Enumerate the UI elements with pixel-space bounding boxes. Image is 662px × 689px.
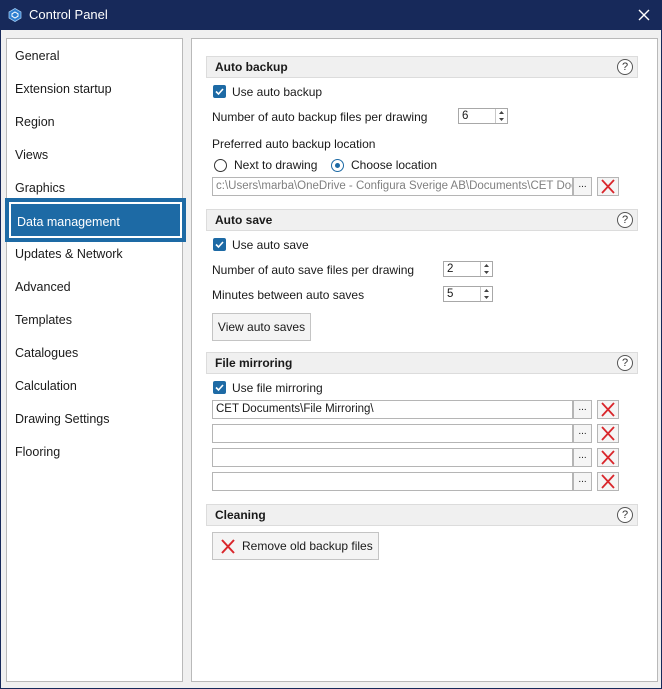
delete-icon: [601, 426, 615, 441]
delete-icon: [601, 450, 615, 465]
backup-location-path-field[interactable]: c:\Users\marba\OneDrive - Configura Sver…: [212, 177, 573, 196]
stepper-arrows: [480, 287, 492, 301]
cleaning-help-icon[interactable]: ?: [617, 507, 633, 523]
spin-down-icon[interactable]: [481, 294, 492, 301]
next-to-drawing-radio[interactable]: [214, 159, 227, 172]
browse-mirror-path-1-button[interactable]: ...: [573, 400, 592, 419]
sidebar-item-calculation[interactable]: Calculation: [7, 370, 182, 403]
use-auto-save-label: Use auto save: [232, 238, 309, 252]
autosave-minutes-label: Minutes between auto saves: [212, 288, 365, 302]
backup-files-label: Number of auto backup files per drawing: [212, 110, 428, 124]
use-file-mirroring-label: Use file mirroring: [232, 381, 323, 395]
sidebar-item-advanced[interactable]: Advanced: [7, 271, 182, 304]
browse-mirror-path-2-button[interactable]: ...: [573, 424, 592, 443]
backup-files-value: 6: [462, 110, 469, 122]
use-auto-backup-label: Use auto backup: [232, 85, 323, 99]
sidebar-item-catalogues[interactable]: Catalogues: [7, 337, 182, 370]
auto-backup-title: Auto backup: [215, 60, 288, 74]
autosave-files-label: Number of auto save files per drawing: [212, 263, 415, 277]
backup-files-stepper[interactable]: 6: [458, 108, 508, 124]
sidebar-item-updates-network[interactable]: Updates & Network: [7, 238, 182, 271]
sidebar: General Extension startup Region Views G…: [5, 38, 186, 682]
autosave-files-stepper[interactable]: 2: [443, 261, 493, 277]
browse-mirror-path-3-button[interactable]: ...: [573, 448, 592, 467]
remove-old-backup-files-label: Remove old backup files: [242, 539, 373, 553]
window-title: Control Panel: [29, 7, 108, 22]
use-auto-save-checkbox[interactable]: [213, 238, 226, 251]
sidebar-item-templates[interactable]: Templates: [7, 304, 182, 337]
browse-backup-location-button[interactable]: ...: [573, 177, 592, 196]
title-bar: Control Panel: [0, 0, 662, 30]
auto-save-help-icon[interactable]: ?: [617, 212, 633, 228]
close-icon[interactable]: [634, 5, 654, 25]
sidebar-item-extension-startup[interactable]: Extension startup: [7, 73, 182, 106]
auto-save-header: Auto save ?: [206, 209, 638, 231]
delete-icon: [221, 539, 235, 554]
sidebar-item-views[interactable]: Views: [7, 139, 182, 172]
remove-mirror-path-2-button[interactable]: [597, 424, 619, 443]
checkmark-icon: [215, 241, 224, 249]
next-to-drawing-label: Next to drawing: [234, 158, 318, 172]
settings-panel: Auto backup ? Use auto backup Number of …: [191, 38, 658, 682]
remove-old-backup-files-button[interactable]: Remove old backup files: [212, 532, 379, 560]
auto-backup-header: Auto backup ?: [206, 56, 638, 78]
auto-save-title: Auto save: [215, 213, 273, 227]
choose-location-radio[interactable]: [331, 159, 344, 172]
mirror-path-field-1[interactable]: CET Documents\File Mirroring\: [212, 400, 573, 419]
remove-mirror-path-1-button[interactable]: [597, 400, 619, 419]
stepper-arrows: [495, 109, 507, 123]
delete-icon: [601, 179, 615, 194]
checkmark-icon: [215, 384, 224, 392]
autosave-minutes-stepper[interactable]: 5: [443, 286, 493, 302]
spin-down-icon[interactable]: [481, 269, 492, 276]
mirror-path-field-4[interactable]: [212, 472, 573, 491]
autosave-files-value: 2: [447, 263, 454, 275]
choose-location-label: Choose location: [351, 158, 438, 172]
sidebar-item-region[interactable]: Region: [7, 106, 182, 139]
autosave-minutes-value: 5: [447, 288, 454, 300]
spin-up-icon[interactable]: [496, 109, 507, 116]
remove-mirror-path-4-button[interactable]: [597, 472, 619, 491]
spin-down-icon[interactable]: [496, 116, 507, 123]
clear-backup-location-button[interactable]: [597, 177, 619, 196]
use-file-mirroring-checkbox[interactable]: [213, 381, 226, 394]
mirror-path-field-2[interactable]: [212, 424, 573, 443]
file-mirroring-help-icon[interactable]: ?: [617, 355, 633, 371]
cleaning-header: Cleaning ?: [206, 504, 638, 526]
browse-mirror-path-4-button[interactable]: ...: [573, 472, 592, 491]
use-auto-backup-checkbox[interactable]: [213, 85, 226, 98]
sidebar-item-flooring[interactable]: Flooring: [7, 436, 182, 469]
file-mirroring-title: File mirroring: [215, 356, 293, 370]
file-mirroring-header: File mirroring ?: [206, 352, 638, 374]
stepper-arrows: [480, 262, 492, 276]
sidebar-item-drawing-settings[interactable]: Drawing Settings: [7, 403, 182, 436]
delete-icon: [601, 402, 615, 417]
sidebar-item-general[interactable]: General: [7, 40, 182, 73]
spin-up-icon[interactable]: [481, 287, 492, 294]
remove-mirror-path-3-button[interactable]: [597, 448, 619, 467]
app-icon: [8, 8, 22, 22]
checkmark-icon: [215, 88, 224, 96]
view-auto-saves-button[interactable]: View auto saves: [212, 313, 311, 341]
auto-backup-help-icon[interactable]: ?: [617, 59, 633, 75]
cleaning-title: Cleaning: [215, 508, 266, 522]
control-panel-window: General Extension startup Region Views G…: [0, 30, 662, 689]
backup-location-label: Preferred auto backup location: [212, 137, 376, 151]
sidebar-item-data-management[interactable]: Data management: [5, 198, 186, 242]
delete-icon: [601, 474, 615, 489]
spin-up-icon[interactable]: [481, 262, 492, 269]
mirror-path-field-3[interactable]: [212, 448, 573, 467]
